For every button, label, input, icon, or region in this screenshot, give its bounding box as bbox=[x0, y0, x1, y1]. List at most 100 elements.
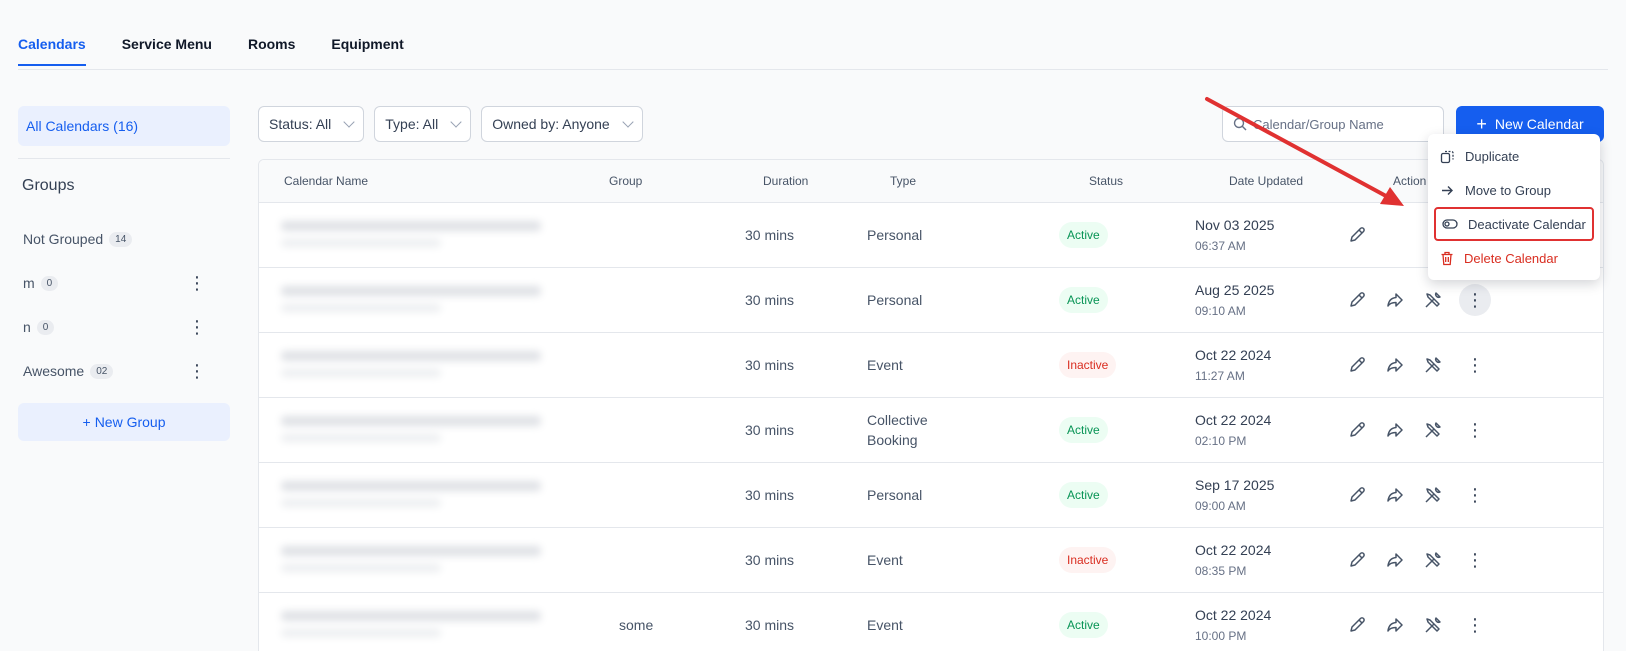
tab-calendars[interactable]: Calendars bbox=[18, 36, 86, 66]
edit-icon[interactable] bbox=[1345, 418, 1369, 442]
more-actions-icon[interactable]: ⋮ bbox=[1459, 349, 1491, 381]
header-duration: Duration bbox=[763, 174, 809, 188]
blur-overlay bbox=[259, 203, 654, 267]
edit-icon[interactable] bbox=[1345, 548, 1369, 572]
tools-icon[interactable] bbox=[1421, 353, 1445, 377]
sidebar-group-not-grouped[interactable]: Not Grouped 14 bbox=[18, 217, 230, 261]
tools-icon[interactable] bbox=[1421, 288, 1445, 312]
row-date-updated: Oct 22 2024 10:00 PM bbox=[1195, 607, 1271, 643]
row-date-updated: Oct 22 2024 02:10 PM bbox=[1195, 412, 1271, 448]
sidebar: All Calendars (16) Groups Not Grouped 14… bbox=[18, 106, 230, 441]
menu-item-deactivate-calendar[interactable]: Deactivate Calendar bbox=[1434, 207, 1594, 241]
header-group: Group bbox=[609, 174, 643, 188]
group-more-icon[interactable]: ⋮ bbox=[188, 274, 206, 292]
more-actions-icon[interactable]: ⋮ bbox=[1459, 284, 1491, 316]
sidebar-group-n[interactable]: n 0 ⋮ bbox=[18, 305, 230, 349]
row-time: 06:37 AM bbox=[1195, 239, 1246, 253]
sidebar-item-all-calendars[interactable]: All Calendars (16) bbox=[18, 106, 230, 146]
share-icon[interactable] bbox=[1383, 418, 1407, 442]
group-name: m bbox=[23, 275, 35, 291]
edit-icon[interactable] bbox=[1345, 223, 1369, 247]
header-date-updated: Date Updated bbox=[1229, 174, 1304, 188]
row-actions: ⋮ bbox=[1345, 284, 1491, 316]
search-icon bbox=[1233, 117, 1247, 131]
copy-icon bbox=[1440, 150, 1454, 163]
more-actions-icon[interactable]: ⋮ bbox=[1459, 479, 1491, 511]
row-date: Sep 17 2025 bbox=[1195, 477, 1275, 493]
new-group-label: New Group bbox=[94, 414, 166, 430]
row-type-line: Event bbox=[867, 552, 903, 568]
top-tabs: Calendars Service Menu Rooms Equipment bbox=[18, 36, 404, 66]
new-group-button[interactable]: + New Group bbox=[18, 403, 230, 441]
share-icon[interactable] bbox=[1383, 353, 1407, 377]
plus-icon: + bbox=[82, 414, 91, 430]
blur-overlay bbox=[259, 268, 654, 332]
group-more-icon[interactable]: ⋮ bbox=[188, 318, 206, 336]
tab-rooms[interactable]: Rooms bbox=[248, 36, 295, 66]
sidebar-group-m[interactable]: m 0 ⋮ bbox=[18, 261, 230, 305]
more-actions-icon[interactable]: ⋮ bbox=[1459, 414, 1491, 446]
share-icon[interactable] bbox=[1383, 288, 1407, 312]
group-count-badge: 02 bbox=[90, 363, 114, 379]
menu-item-duplicate[interactable]: Duplicate bbox=[1434, 139, 1594, 173]
table-row[interactable]: 30 mins Personal Active Sep 17 2025 09:0… bbox=[259, 463, 1603, 528]
row-actions: ⋮ bbox=[1345, 414, 1491, 446]
search-input[interactable] bbox=[1253, 116, 1433, 132]
table-header: Calendar Name Group Duration Type Status… bbox=[259, 160, 1603, 203]
owner-filter[interactable]: Owned by: Anyone bbox=[481, 106, 643, 142]
tools-icon[interactable] bbox=[1421, 613, 1445, 637]
share-icon[interactable] bbox=[1383, 613, 1407, 637]
row-date-updated: Oct 22 2024 11:27 AM bbox=[1195, 347, 1271, 383]
row-actions: ⋮ bbox=[1345, 544, 1491, 576]
tools-icon[interactable] bbox=[1421, 418, 1445, 442]
row-date: Nov 03 2025 bbox=[1195, 217, 1275, 233]
row-actions: ⋮ bbox=[1345, 349, 1491, 381]
table-row[interactable]: some 30 mins Event Active Oct 22 2024 10… bbox=[259, 593, 1603, 651]
type-filter[interactable]: Type: All bbox=[374, 106, 472, 142]
tab-service-menu[interactable]: Service Menu bbox=[122, 36, 212, 66]
row-duration: 30 mins bbox=[745, 552, 795, 568]
more-actions-icon[interactable]: ⋮ bbox=[1459, 544, 1491, 576]
edit-icon[interactable] bbox=[1345, 483, 1369, 507]
table-row[interactable]: 30 mins Personal Active Aug 25 2025 09:1… bbox=[259, 268, 1603, 333]
row-time: 11:27 AM bbox=[1195, 369, 1245, 383]
header-action: Action bbox=[1393, 174, 1427, 188]
tab-equipment[interactable]: Equipment bbox=[331, 36, 403, 66]
edit-icon[interactable] bbox=[1345, 288, 1369, 312]
edit-icon[interactable] bbox=[1345, 353, 1369, 377]
table-row[interactable]: 30 mins Collective Booking Active Oct 22 … bbox=[259, 398, 1603, 463]
sidebar-divider bbox=[18, 158, 230, 159]
row-date: Oct 22 2024 bbox=[1195, 347, 1272, 363]
row-date: Aug 25 2025 bbox=[1195, 282, 1275, 298]
table-body: 30 mins Personal Active Nov 03 2025 06:3… bbox=[259, 203, 1603, 651]
table-row[interactable]: 30 mins Personal Active Nov 03 2025 06:3… bbox=[259, 203, 1603, 268]
share-icon[interactable] bbox=[1383, 548, 1407, 572]
row-duration: 30 mins bbox=[745, 422, 795, 438]
chevron-down-icon bbox=[622, 116, 634, 128]
group-more-icon[interactable]: ⋮ bbox=[188, 362, 206, 380]
status-badge: Active bbox=[1059, 222, 1108, 248]
table-row[interactable]: 30 mins Event Inactive Oct 22 2024 08:35… bbox=[259, 528, 1603, 593]
blur-overlay bbox=[259, 593, 654, 651]
row-actions: ⋮ bbox=[1345, 609, 1491, 641]
share-icon[interactable] bbox=[1383, 483, 1407, 507]
group-count-badge: 0 bbox=[40, 275, 59, 291]
row-type-line: Booking bbox=[867, 432, 918, 448]
status-badge: Active bbox=[1059, 482, 1108, 508]
menu-item-delete-calendar[interactable]: Delete Calendar bbox=[1434, 241, 1594, 275]
menu-item-move-to-group[interactable]: Move to Group bbox=[1434, 173, 1594, 207]
row-date-updated: Nov 03 2025 06:37 AM bbox=[1195, 217, 1274, 253]
header-calendar-name: Calendar Name bbox=[284, 174, 369, 188]
blur-overlay bbox=[259, 528, 654, 592]
more-actions-icon[interactable]: ⋮ bbox=[1459, 609, 1491, 641]
group-count-badge: 14 bbox=[109, 231, 133, 247]
sidebar-group-awesome[interactable]: Awesome 02 ⋮ bbox=[18, 349, 230, 393]
tools-icon[interactable] bbox=[1421, 483, 1445, 507]
tabs-divider bbox=[18, 69, 1608, 70]
table-row[interactable]: 30 mins Event Inactive Oct 22 2024 11:27… bbox=[259, 333, 1603, 398]
filter-bar: Status: All Type: All Owned by: Anyone bbox=[258, 106, 643, 142]
edit-icon[interactable] bbox=[1345, 613, 1369, 637]
tools-icon[interactable] bbox=[1421, 548, 1445, 572]
status-filter[interactable]: Status: All bbox=[258, 106, 365, 142]
menu-item-label: Duplicate bbox=[1465, 148, 1520, 164]
